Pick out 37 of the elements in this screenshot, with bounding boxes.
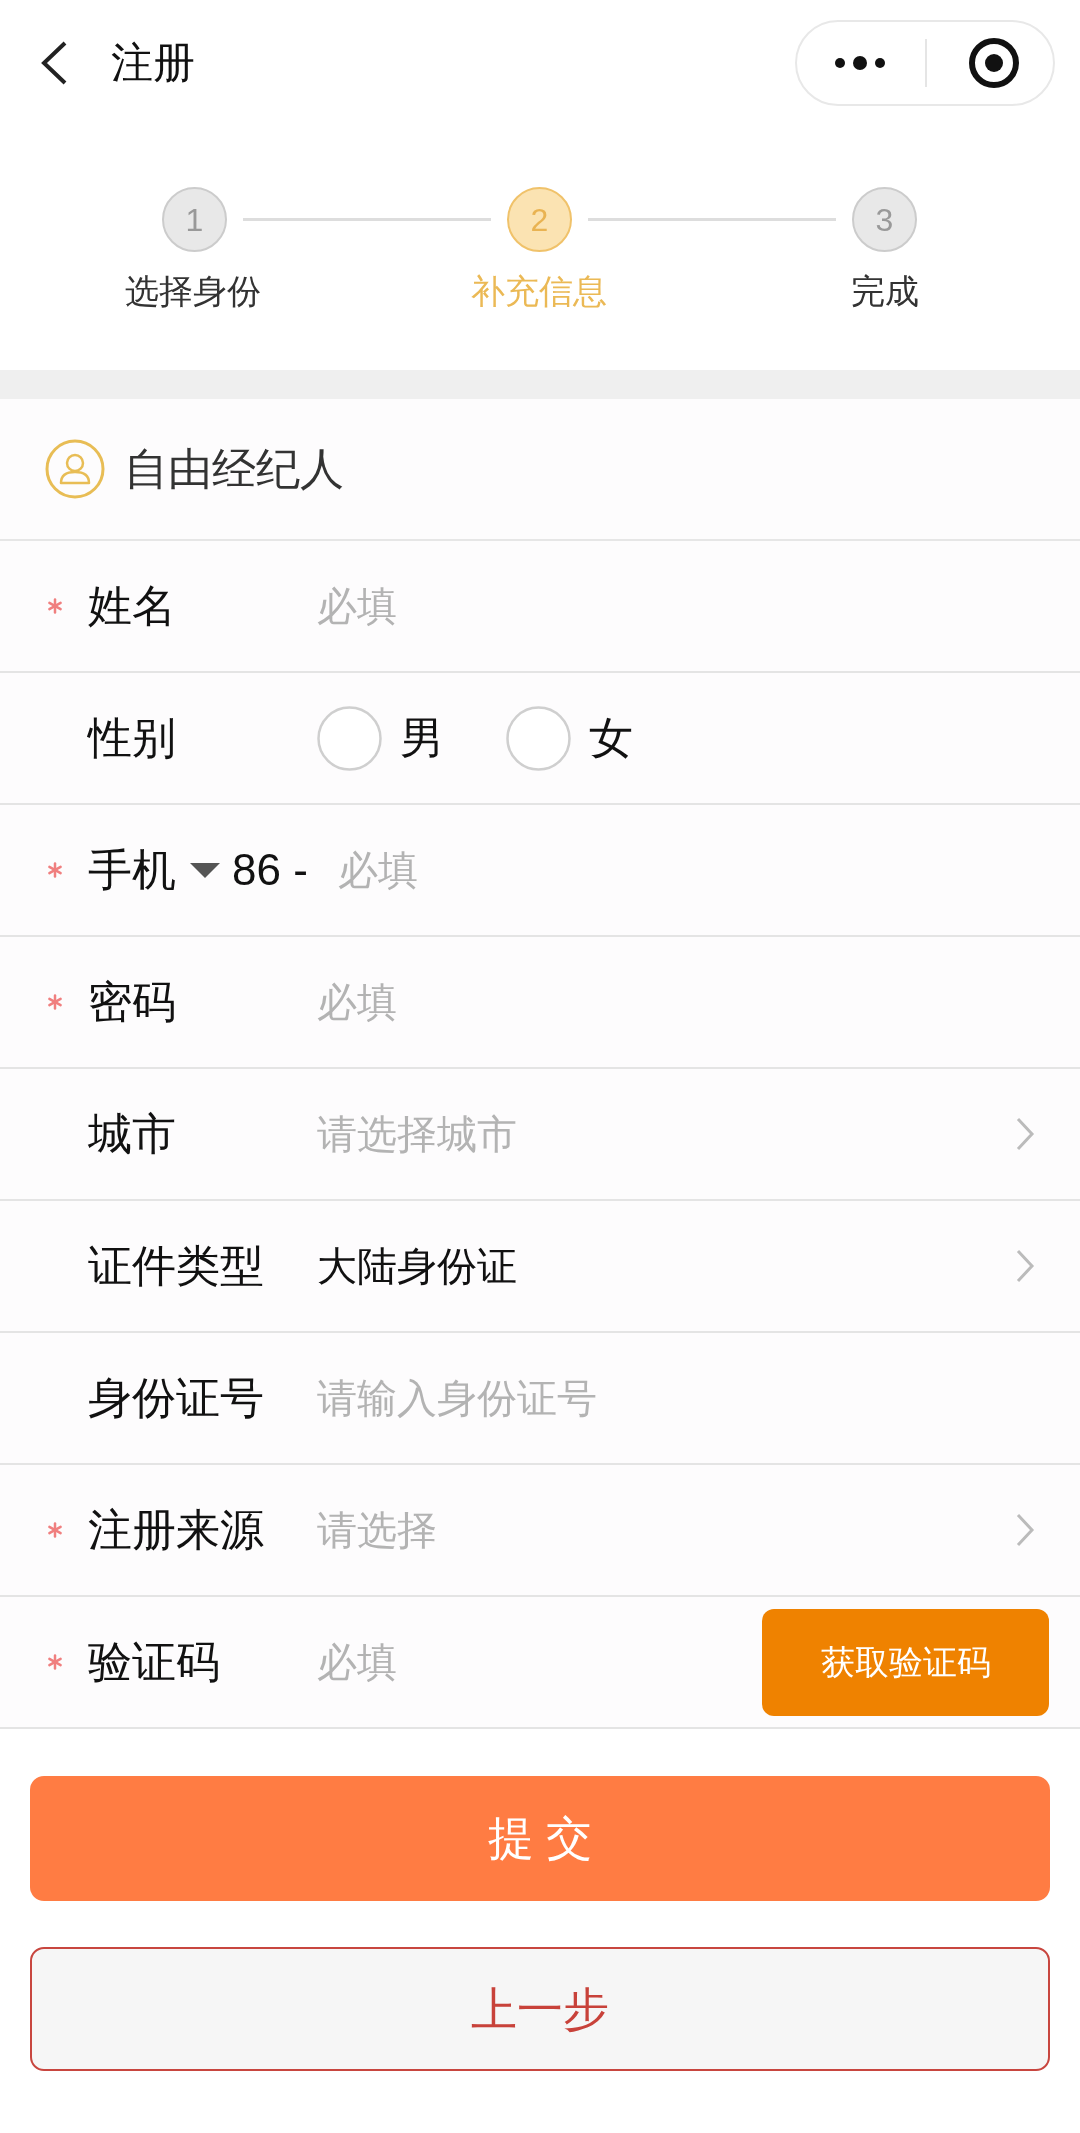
field-label: 城市 [88,1108,176,1160]
step-label: 选择身份 [125,271,261,312]
input-field[interactable]: 必填 [317,1632,742,1692]
more-icon[interactable] [835,55,885,70]
ring-dot-icon[interactable] [969,37,1019,88]
previous-step-button[interactable]: 上一步 [30,1947,1050,2071]
field-label: 身份证号 [88,1372,264,1424]
chevron-right-icon [1015,1512,1035,1548]
page-title: 注册 [111,38,195,88]
caret-icon [190,862,220,878]
radio-option[interactable]: 男 [317,705,444,771]
back-icon[interactable] [40,40,68,85]
input-field[interactable]: 必填 [317,576,1035,636]
step-number: 1 [162,187,227,252]
chevron-right-icon [1015,1116,1035,1152]
input-field[interactable]: 必填 [317,972,1035,1032]
field-label: 证件类型 [88,1240,264,1292]
field-label: 注册来源 [88,1504,264,1556]
person-icon [45,439,105,499]
step-label: 完成 [851,271,919,312]
field-label: 手机 [88,844,176,896]
get-code-button[interactable]: 获取验证码 [762,1608,1049,1716]
country-code-selector[interactable]: 86 - [190,837,308,903]
submit-button[interactable]: 提 交 [30,1776,1050,1901]
identity-label: 自由经纪人 [124,443,344,495]
field-label: 性别 [88,712,176,764]
field-label: 密码 [88,976,176,1028]
field-label: 姓名 [88,580,176,632]
input-field[interactable]: 必填 [337,840,1035,900]
chevron-right-icon [1015,1248,1035,1284]
field-label: 验证码 [88,1636,220,1688]
step-number: 2 [507,187,572,252]
input-field[interactable]: 请输入身份证号 [317,1368,1035,1428]
radio-option[interactable]: 女 [506,705,633,771]
select-field[interactable]: 大陆身份证 [317,1236,1035,1296]
step-number: 3 [852,187,917,252]
step-label: 补充信息 [471,271,607,312]
